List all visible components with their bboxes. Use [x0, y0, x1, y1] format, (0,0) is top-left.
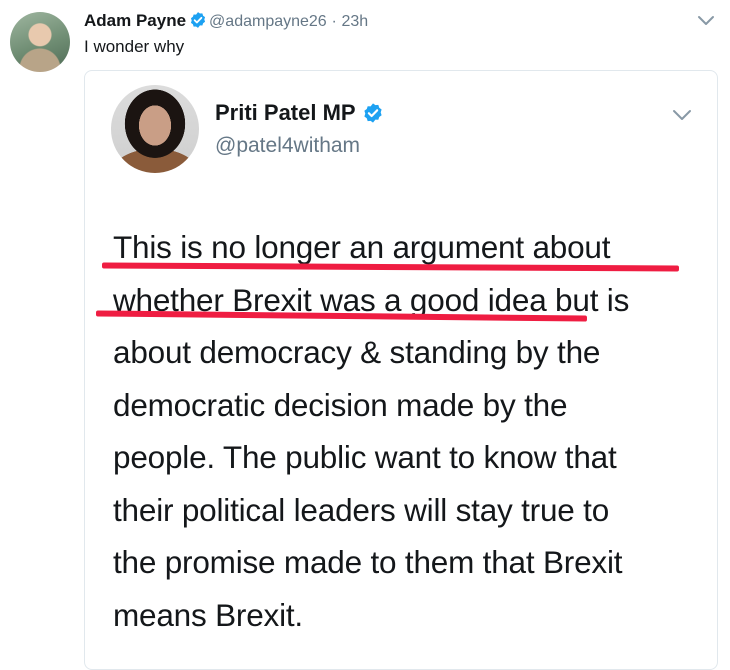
text-line: people. The public want to know that — [113, 439, 617, 475]
tweet-header: Adam Payne @adampayne26 · 23h — [84, 10, 368, 35]
text-line: their political leaders will stay true t… — [113, 491, 610, 528]
text-line: democratic decision made by the — [113, 386, 568, 423]
text-line: the promise made to them that Brexit — [113, 544, 623, 580]
separator: · — [331, 13, 337, 30]
tweet-text: I wonder why — [84, 37, 185, 56]
timestamp[interactable]: 23h — [342, 13, 369, 30]
text-line: about democracy & standing by the — [113, 334, 601, 370]
quoted-avatar[interactable] — [111, 85, 199, 173]
chevron-down-icon[interactable] — [671, 107, 693, 123]
quoted-tweet-card[interactable]: Priti Patel MP @patel4witham This is no … — [84, 70, 718, 670]
text-line: means Brexit. — [113, 596, 303, 633]
quoted-tweet-text: This is no longer an argument about whet… — [113, 221, 713, 641]
quoted-author-handle[interactable]: @patel4witham — [215, 133, 360, 159]
verified-badge-icon — [362, 102, 384, 131]
avatar[interactable] — [10, 12, 70, 72]
author-handle[interactable]: @adampayne26 — [209, 13, 327, 30]
verified-badge-icon — [189, 11, 207, 35]
quoted-author-name-text: Priti Patel MP — [215, 100, 356, 125]
quoted-author-name[interactable]: Priti Patel MP — [215, 99, 386, 131]
author-name[interactable]: Adam Payne — [84, 11, 186, 30]
chevron-down-icon[interactable] — [696, 13, 716, 29]
